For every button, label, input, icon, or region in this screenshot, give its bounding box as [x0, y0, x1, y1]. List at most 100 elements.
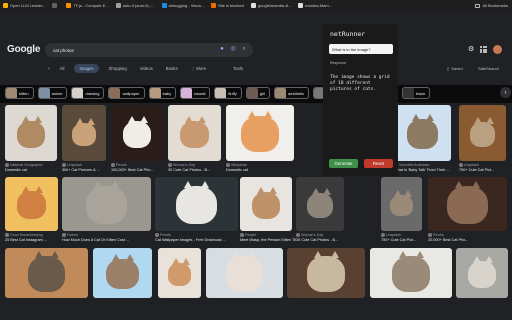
tab-books[interactable]: Books: [163, 65, 181, 72]
result-source[interactable]: Unsplash: [381, 233, 401, 237]
search-icon[interactable]: ⌕: [241, 46, 247, 53]
gear-icon[interactable]: ⚙: [468, 46, 474, 54]
result-source[interactable]: Pexels: [111, 163, 127, 167]
google-logo[interactable]: Google: [7, 44, 40, 55]
bookmark-item[interactable]: [52, 3, 59, 8]
related-chip[interactable]: anime: [37, 87, 68, 99]
cat-photo-thumbnail[interactable]: [62, 177, 151, 231]
prompt-input[interactable]: What is in the image?: [329, 44, 393, 54]
result-title[interactable]: 30k+ Cat Pictures & ...: [62, 168, 110, 172]
result-source[interactable]: Wikipedia: [226, 163, 247, 167]
related-chip[interactable]: wallpaper: [108, 87, 145, 99]
result-source[interactable]: Unsplash: [62, 163, 82, 167]
tab-images[interactable]: Images: [74, 64, 99, 73]
cat-figure: [179, 120, 210, 149]
cat-photo-thumbnail[interactable]: [168, 105, 221, 161]
result-title[interactable]: Domestic cat: [5, 168, 61, 172]
cat-photo-thumbnail[interactable]: [111, 105, 163, 161]
saved-button[interactable]: ▯ Saved: [447, 66, 463, 71]
bookmark-item[interactable]: auto-it (auto-it) -...: [115, 3, 155, 8]
chip-label: black: [415, 90, 426, 96]
result-title[interactable]: 30 Cute Cat Photos - B...: [168, 168, 225, 172]
bookmark-item[interactable]: Site is blocked: [211, 3, 244, 8]
tab-all[interactable]: All: [57, 65, 68, 72]
result-source[interactable]: Good Housekeeping: [5, 233, 43, 237]
related-chip[interactable]: aesthetic: [274, 87, 310, 99]
related-chip[interactable]: drawing: [71, 87, 105, 99]
cat-photo-thumbnail[interactable]: [456, 248, 508, 298]
lens-icon[interactable]: ◎: [230, 46, 236, 53]
result-title[interactable]: Meet Wasp, the Persian Kitten TikTok i..…: [240, 238, 296, 242]
cat-ear: [21, 115, 30, 123]
result-source[interactable]: Woman's Day: [296, 233, 323, 237]
cat-photo-thumbnail[interactable]: [428, 177, 507, 231]
cat-photo-thumbnail[interactable]: [287, 248, 365, 298]
back-arrow-icon[interactable]: ‹: [48, 66, 50, 72]
result-title[interactable]: 750+ Cute Cat Pict...: [381, 238, 426, 242]
source-label: Unsplash: [464, 163, 479, 167]
cat-figure: [467, 260, 497, 288]
tools-button[interactable]: Tools: [233, 66, 243, 71]
result-title[interactable]: 30 Cute Cat Photos - B...: [296, 238, 348, 242]
result-title[interactable]: How Much Does A Cat Or Kitten Cost ...: [62, 238, 155, 242]
microphone-icon[interactable]: ●: [219, 46, 225, 53]
cat-photo-thumbnail[interactable]: [206, 248, 283, 298]
result-source[interactable]: Pexels: [155, 233, 171, 237]
related-chip[interactable]: kitten: [5, 87, 34, 99]
cat-ear: [454, 180, 463, 188]
cat-photo-thumbnail[interactable]: [93, 248, 152, 298]
related-chip[interactable]: fluffy: [214, 87, 242, 99]
result-title[interactable]: Cat Wallpaper Images - Free Download ...: [155, 238, 242, 242]
generate-button[interactable]: Generate: [329, 159, 358, 168]
related-chip[interactable]: black: [401, 87, 431, 99]
tab-shopping[interactable]: Shopping: [106, 65, 130, 72]
result-title[interactable]: 20,000+ Best Cat Pho...: [428, 238, 511, 242]
bookmark-item[interactable]: google/mamba-8...: [250, 3, 291, 8]
related-chip[interactable]: girl: [245, 87, 271, 99]
result-title[interactable]: 25 Best Cat Instagram ...: [5, 238, 62, 242]
result-title[interactable]: 100,000+ Best Cat Pho...: [111, 168, 167, 172]
cat-photo-thumbnail[interactable]: [459, 105, 506, 161]
bookmark-item[interactable]: mamba-Mam...: [298, 3, 332, 8]
result-source[interactable]: People: [240, 233, 256, 237]
safesearch-button[interactable]: SafeSearch: [478, 66, 499, 71]
all-bookmarks[interactable]: All Bookmarks: [475, 0, 508, 11]
cat-photo-thumbnail[interactable]: [226, 105, 294, 161]
result-title[interactable]: Domestic cat: [226, 168, 298, 172]
bookmark-item[interactable]: TF.js - Compute E...: [66, 3, 109, 8]
cat-photo-thumbnail[interactable]: [240, 177, 292, 231]
cat-photo-thumbnail[interactable]: [394, 105, 451, 161]
tab-more[interactable]: ⋮ More: [188, 65, 209, 73]
cat-photo-thumbnail[interactable]: [62, 105, 106, 161]
chevron-right-icon[interactable]: ›: [500, 87, 511, 98]
cat-ear: [182, 258, 191, 266]
reset-button[interactable]: Reset: [364, 159, 393, 168]
avatar[interactable]: [493, 45, 503, 54]
result-source[interactable]: Forbes: [62, 233, 78, 237]
cat-ear: [232, 250, 241, 258]
result-source[interactable]: Woman's Day: [168, 163, 195, 167]
search-query[interactable]: cat photos: [53, 48, 74, 53]
result-source[interactable]: Scientific American: [394, 163, 429, 167]
cat-photo-thumbnail[interactable]: [5, 248, 88, 298]
result-source[interactable]: Unsplash: [459, 163, 479, 167]
related-chip[interactable]: kawaii: [180, 87, 211, 99]
cat-photo-thumbnail[interactable]: [155, 177, 238, 231]
tab-videos[interactable]: Videos: [137, 65, 156, 72]
bookmark-item[interactable]: Open LLM Leader...: [3, 3, 45, 8]
bookmark-item[interactable]: debugging - Visua...: [161, 3, 204, 8]
result-source[interactable]: National Geographic: [5, 163, 43, 167]
cat-photo-thumbnail[interactable]: [296, 177, 344, 231]
result-title[interactable]: What Is 'Baby Talk' From Their ...: [394, 168, 455, 172]
apps-grid-icon[interactable]: [480, 46, 488, 53]
search-input[interactable]: cat photos ● ◎ ⌕: [45, 43, 253, 57]
cat-photo-thumbnail[interactable]: [5, 177, 58, 231]
cat-photo-thumbnail[interactable]: [381, 177, 422, 231]
cat-photo-thumbnail[interactable]: [5, 105, 57, 161]
result-title[interactable]: 750+ Cute Cat Pict...: [459, 168, 510, 172]
cat-photo-thumbnail[interactable]: [158, 248, 201, 298]
cat-photo-thumbnail[interactable]: [370, 248, 452, 298]
result-source[interactable]: Pexels: [428, 233, 444, 237]
related-chip[interactable]: baby: [148, 87, 177, 99]
source-favicon-icon: [5, 233, 9, 237]
